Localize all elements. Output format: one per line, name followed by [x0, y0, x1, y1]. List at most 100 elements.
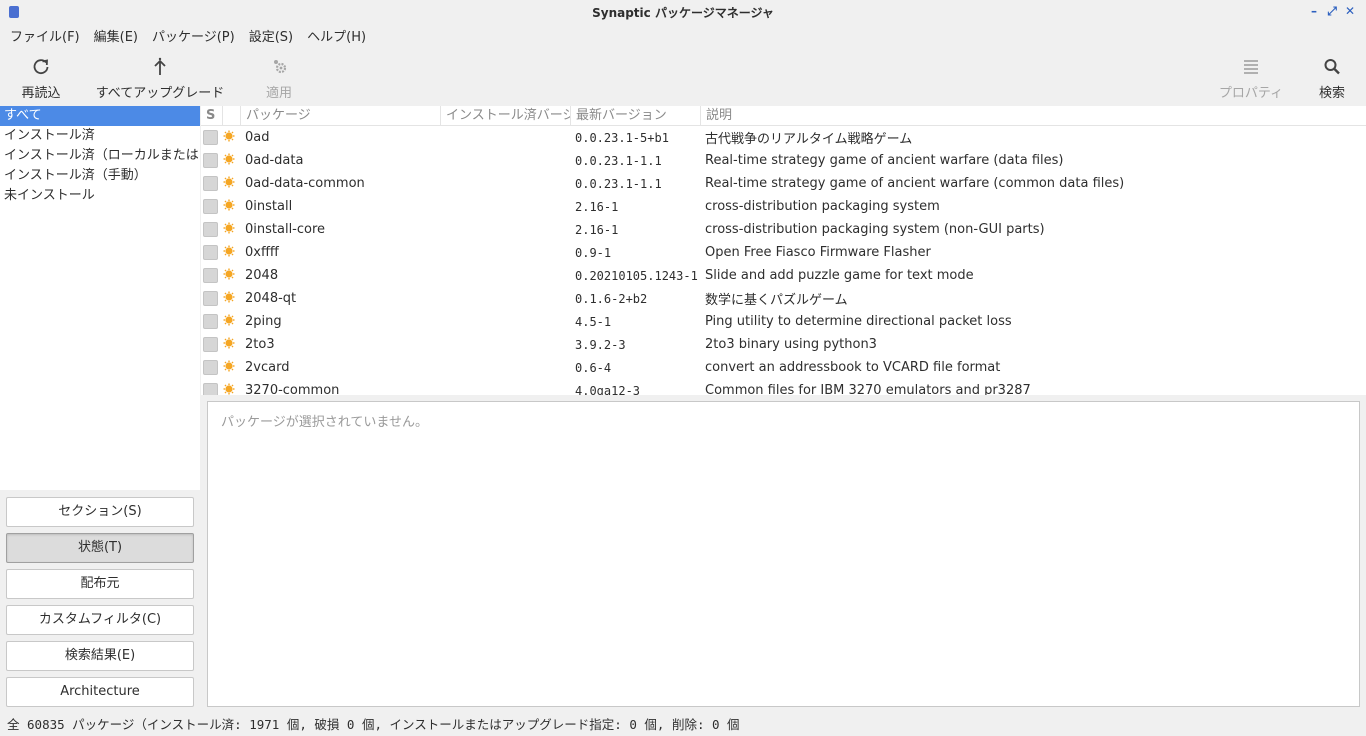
install-checkbox[interactable] — [203, 268, 218, 283]
latest-version: 2.16-1 — [575, 199, 619, 214]
filter-list: すべて インストール済 インストール済（ローカルまたは インストール済（手動） … — [0, 106, 200, 490]
sections-button[interactable]: セクション(S) — [6, 497, 194, 527]
menu-help[interactable]: ヘルプ(H) — [300, 24, 373, 46]
apply-button[interactable]: 適用 — [264, 56, 294, 101]
filter-all[interactable]: すべて — [0, 106, 200, 126]
supported-icon — [223, 153, 235, 169]
no-package-selected-text: パッケージが選択されていません。 — [221, 415, 428, 430]
package-name: 2vcard — [245, 360, 290, 375]
install-checkbox[interactable] — [203, 245, 218, 260]
package-name: 2048-qt — [245, 291, 297, 306]
reload-button[interactable]: 再読込 — [20, 56, 62, 101]
package-description: 古代戦争のリアルタイム戦略ゲーム — [705, 132, 913, 147]
latest-version: 4.0ga12-3 — [575, 383, 641, 396]
supported-icon — [223, 222, 235, 238]
install-checkbox[interactable] — [203, 199, 218, 214]
header-description[interactable]: 説明 — [701, 106, 1366, 126]
install-checkbox[interactable] — [203, 314, 218, 329]
filter-installed-manual[interactable]: インストール済（手動） — [0, 166, 200, 186]
properties-icon — [1244, 60, 1258, 74]
latest-version: 0.1.6-2+b2 — [575, 291, 648, 306]
header-latest-version[interactable]: 最新バージョン — [571, 106, 701, 126]
status-bar: 全 60835 パッケージ（インストール済: 1971 個, 破損 0 個, イ… — [7, 717, 740, 732]
table-row[interactable]: 3270-common 4.0ga12-3 Common files for IBM… — [201, 379, 1366, 395]
install-checkbox[interactable] — [203, 153, 218, 168]
supported-icon — [223, 130, 235, 146]
gears-icon — [274, 60, 287, 74]
header-package[interactable]: パッケージ — [241, 106, 441, 126]
filter-not-installed[interactable]: 未インストール — [0, 186, 200, 206]
package-details-pane[interactable]: パッケージが選択されていません。 — [207, 401, 1360, 707]
custom-filters-button[interactable]: カスタムフィルタ(C) — [6, 605, 194, 635]
upgrade-all-button[interactable]: すべてアップグレード — [95, 56, 225, 101]
window-title: Synaptic パッケージマネージャ — [592, 6, 774, 20]
install-checkbox[interactable] — [203, 176, 218, 191]
package-name: 0install-core — [245, 222, 326, 237]
table-row[interactable]: 0ad 0.0.23.1-5+b1 古代戦争のリアルタイム戦略ゲーム — [201, 126, 1366, 149]
install-checkbox[interactable] — [203, 291, 218, 306]
table-row[interactable]: 2048 0.20210105.1243-1 Slide and add puzzl… — [201, 264, 1366, 287]
properties-button[interactable]: プロパティ — [1216, 56, 1286, 101]
menu-file[interactable]: ファイル(F) — [3, 24, 87, 46]
table-row[interactable]: 0ad-data-common 0.0.23.1-1.1 Real-time str… — [201, 172, 1366, 195]
toolbar: 再読込 すべてアップグレード 適用 プロパティ 検索 — [0, 46, 1366, 106]
install-checkbox[interactable] — [203, 383, 218, 395]
supported-icon — [223, 383, 235, 396]
table-row[interactable]: 0install-core 2.16-1 cross-distribution pa… — [201, 218, 1366, 241]
search-results-button[interactable]: 検索結果(E) — [6, 641, 194, 671]
package-description: cross-distribution packaging system — [705, 199, 940, 214]
package-description: 数学に基くパズルゲーム — [705, 293, 848, 308]
package-description: cross-distribution packaging system (non… — [705, 222, 1045, 237]
package-description: Real-time strategy game of ancient warfa… — [705, 176, 1125, 191]
search-button[interactable]: 検索 — [1316, 56, 1348, 101]
filter-installed[interactable]: インストール済 — [0, 126, 200, 146]
menu-bar: ファイル(F) 編集(E) パッケージ(P) 設定(S) ヘルプ(H) — [0, 24, 1366, 46]
package-description: Real-time strategy game of ancient warfa… — [705, 153, 1064, 168]
latest-version: 0.6-4 — [575, 360, 612, 375]
table-row[interactable]: 2to3 3.9.2-3 2to3 binary using python3 — [201, 333, 1366, 356]
header-installed-version[interactable]: インストール済バージ — [441, 106, 571, 126]
menu-edit[interactable]: 編集(E) — [87, 24, 145, 46]
package-name: 0ad-data-common — [245, 176, 365, 191]
latest-version: 0.9-1 — [575, 245, 612, 260]
header-support[interactable] — [223, 106, 241, 126]
table-row[interactable]: 2ping 4.5-1 Ping utility to determine dire… — [201, 310, 1366, 333]
package-name: 2to3 — [245, 337, 275, 352]
table-row[interactable]: 0ad-data 0.0.23.1-1.1 Real-time strategy g… — [201, 149, 1366, 172]
header-status[interactable]: S — [201, 106, 223, 126]
menu-package[interactable]: パッケージ(P) — [145, 24, 242, 46]
package-description: 2to3 binary using python3 — [705, 337, 877, 352]
apply-label: 適用 — [265, 86, 292, 101]
package-name: 0ad-data — [245, 153, 304, 168]
table-row[interactable]: 2vcard 0.6-4 convert an addressbook to VCA… — [201, 356, 1366, 379]
architecture-button[interactable]: Architecture — [6, 677, 194, 707]
install-checkbox[interactable] — [203, 130, 218, 145]
status-button[interactable]: 状態(T) — [6, 533, 194, 563]
install-checkbox[interactable] — [203, 337, 218, 352]
upgrade-all-label: すべてアップグレード — [95, 86, 225, 101]
latest-version: 0.0.23.1-5+b1 — [575, 130, 669, 145]
install-checkbox[interactable] — [203, 222, 218, 237]
latest-version: 3.9.2-3 — [575, 337, 626, 352]
menu-settings[interactable]: 設定(S) — [242, 24, 300, 46]
install-checkbox[interactable] — [203, 360, 218, 375]
table-row[interactable]: 2048-qt 0.1.6-2+b2 数学に基くパズルゲーム — [201, 287, 1366, 310]
minimize-icon[interactable]: – — [1308, 4, 1320, 18]
package-name: 2048 — [245, 268, 279, 283]
package-name: 0install — [245, 199, 293, 214]
package-table: S パッケージ インストール済バージ 最新バージョン 説明 0ad 0.0.23.… — [201, 106, 1366, 395]
table-row[interactable]: 0xffff 0.9-1 Open Free Fiasco Firmware Fla… — [201, 241, 1366, 264]
table-body: 0ad 0.0.23.1-5+b1 古代戦争のリアルタイム戦略ゲーム 0ad-data… — [201, 126, 1366, 395]
close-icon[interactable]: ✕ — [1344, 4, 1356, 18]
filter-installed-local[interactable]: インストール済（ローカルまたは — [0, 146, 200, 166]
package-description: Open Free Fiasco Firmware Flasher — [705, 245, 931, 260]
latest-version: 0.0.23.1-1.1 — [575, 153, 662, 168]
package-name: 2ping — [245, 314, 282, 329]
origin-button[interactable]: 配布元 — [6, 569, 194, 599]
table-row[interactable]: 0install 2.16-1 cross-distribution packagi… — [201, 195, 1366, 218]
latest-version: 0.20210105.1243-1 — [575, 268, 698, 283]
maximize-icon[interactable]: ⤢ — [1326, 4, 1338, 18]
latest-version: 0.0.23.1-1.1 — [575, 176, 662, 191]
reload-icon — [33, 59, 49, 75]
package-description: convert an addressbook to VCARD file for… — [705, 360, 1001, 375]
